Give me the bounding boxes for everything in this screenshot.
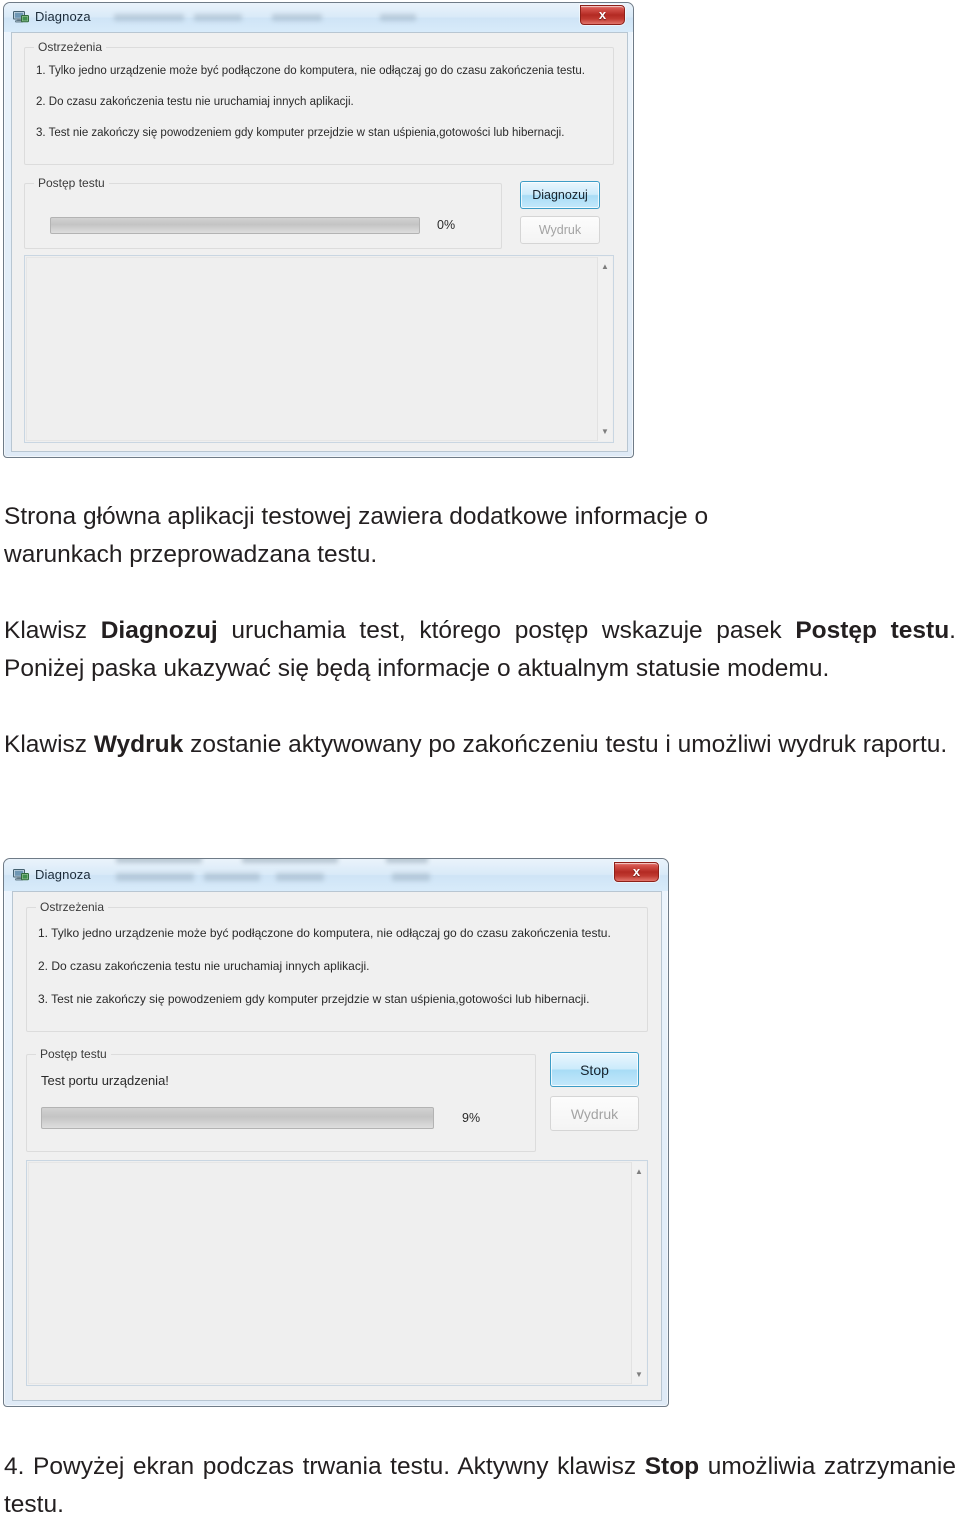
- scroll-up-icon[interactable]: ▲: [632, 1164, 646, 1179]
- paragraph-2-part-a: Klawisz: [4, 617, 101, 644]
- paragraph-2-part-c: uruchamia test, którego postęp wskazuje …: [217, 617, 796, 644]
- progress-percent: 9%: [462, 1111, 481, 1125]
- prose-block-top: Strona główna aplikacji testowej zawiera…: [4, 498, 956, 764]
- progress-groupbox-label: Postęp testu: [36, 1047, 111, 1061]
- progress-groupbox: Postęp testu Test portu urządzenia! 9%: [26, 1047, 536, 1152]
- redacted-title-strip-2: [204, 873, 260, 881]
- redacted-title-strip-4: [380, 14, 416, 21]
- titlebar[interactable]: Diagnoza x: [4, 859, 668, 891]
- warnings-groupbox: Ostrzeżenia 1. Tylko jedno urządzenie mo…: [26, 900, 648, 1032]
- progress-percent: 0%: [437, 218, 456, 232]
- warnings-groupbox-label: Ostrzeżenia: [34, 40, 107, 54]
- scroll-down-icon[interactable]: ▼: [598, 424, 612, 439]
- output-pane-inner: [28, 1162, 646, 1384]
- keyword-postep-testu: Postęp testu: [795, 617, 950, 644]
- warning-item-1: 1. Tylko jedno urządzenie może być podłą…: [36, 65, 585, 77]
- paragraph-3-part-a: Klawisz: [4, 731, 94, 758]
- keyword-diagnozuj: Diagnozuj: [100, 617, 218, 644]
- redacted-title-strip-1: [116, 873, 194, 881]
- close-icon: x: [632, 864, 641, 879]
- output-pane[interactable]: ▲ ▼: [24, 255, 614, 443]
- warnings-groupbox-label: Ostrzeżenia: [36, 900, 109, 914]
- paragraph-spacer-2: [4, 688, 956, 726]
- diagnozuj-button[interactable]: Diagnozuj: [520, 181, 600, 209]
- paragraph-1-line-2: warunkach przeprowadzana testu.: [4, 541, 378, 568]
- progress-groupbox-label: Postęp testu: [34, 176, 109, 190]
- output-pane-inner: [26, 257, 612, 441]
- redacted-title-strip-2: [194, 14, 242, 21]
- status-text: Test portu urządzenia!: [41, 1073, 169, 1088]
- output-pane[interactable]: ▲ ▼: [26, 1160, 648, 1386]
- client-area: Ostrzeżenia 1. Tylko jedno urządzenie mo…: [11, 32, 628, 452]
- progress-bar: [41, 1107, 434, 1129]
- warning-item-3: 3. Test nie zakończy się powodzeniem gdy…: [36, 127, 565, 139]
- computer-monitor-icon: [13, 868, 29, 882]
- redacted-title-strip-3: [272, 14, 322, 21]
- redacted-title-strip-1: [114, 14, 184, 21]
- window-title: Diagnoza: [35, 867, 91, 882]
- scroll-down-icon[interactable]: ▼: [632, 1367, 646, 1382]
- diagnoza-window-idle[interactable]: Diagnoza x Ostrzeżenia 1. Tylko jedno ur…: [3, 2, 634, 458]
- warnings-groupbox: Ostrzeżenia 1. Tylko jedno urządzenie mo…: [24, 40, 614, 165]
- prose-block-bottom: 4. Powyżej ekran podczas trwania testu. …: [4, 1448, 956, 1524]
- close-icon: x: [598, 7, 607, 22]
- diagnoza-window-running[interactable]: Diagnoza x Ostrzeżenia 1. Tylko jedno ur…: [3, 858, 669, 1407]
- wydruk-button[interactable]: Wydruk: [550, 1096, 639, 1131]
- redacted-overlap-strip-2: [242, 859, 338, 863]
- wydruk-button[interactable]: Wydruk: [520, 216, 600, 244]
- progress-groupbox: Postęp testu 0%: [24, 176, 502, 249]
- close-button[interactable]: x: [614, 862, 659, 882]
- redacted-overlap-strip-3: [386, 859, 428, 863]
- close-button[interactable]: x: [580, 5, 625, 25]
- paragraph-3: Klawisz Wydruk zostanie aktywowany po za…: [4, 726, 956, 764]
- client-area: Ostrzeżenia 1. Tylko jedno urządzenie mo…: [12, 891, 662, 1401]
- warning-item-2: 2. Do czasu zakończenia testu nie urucha…: [36, 96, 354, 108]
- keyword-wydruk: Wydruk: [93, 731, 184, 758]
- titlebar[interactable]: Diagnoza x: [4, 3, 633, 32]
- paragraph-spacer-1: [4, 574, 956, 612]
- warning-item-3: 3. Test nie zakończy się powodzeniem gdy…: [38, 992, 590, 1006]
- output-pane-scrollbar[interactable]: ▲ ▼: [631, 1162, 646, 1384]
- stop-button[interactable]: Stop: [550, 1052, 639, 1087]
- paragraph-2: Klawisz Diagnozuj uruchamia test, któreg…: [4, 612, 956, 688]
- scroll-up-icon[interactable]: ▲: [598, 259, 612, 274]
- output-pane-scrollbar[interactable]: ▲ ▼: [597, 257, 612, 441]
- window-title: Diagnoza: [35, 9, 91, 24]
- redacted-title-strip-3: [276, 873, 324, 881]
- computer-monitor-icon: [13, 10, 29, 24]
- redacted-title-strip-4: [392, 873, 430, 881]
- paragraph-1: Strona główna aplikacji testowej zawiera…: [4, 498, 956, 574]
- warning-item-1: 1. Tylko jedno urządzenie może być podłą…: [38, 926, 611, 940]
- paragraph-1-line-1: Strona główna aplikacji testowej zawiera…: [4, 503, 709, 530]
- paragraph-4-part-a: 4. Powyżej ekran podczas trwania testu. …: [4, 1453, 645, 1480]
- warning-item-2: 2. Do czasu zakończenia testu nie urucha…: [38, 959, 370, 973]
- redacted-overlap-strip-1: [116, 859, 202, 863]
- paragraph-4: 4. Powyżej ekran podczas trwania testu. …: [4, 1448, 956, 1524]
- progress-bar: [50, 217, 420, 234]
- paragraph-3-part-c: zostanie aktywowany po zakończeniu testu…: [183, 731, 948, 758]
- keyword-stop: Stop: [644, 1453, 700, 1480]
